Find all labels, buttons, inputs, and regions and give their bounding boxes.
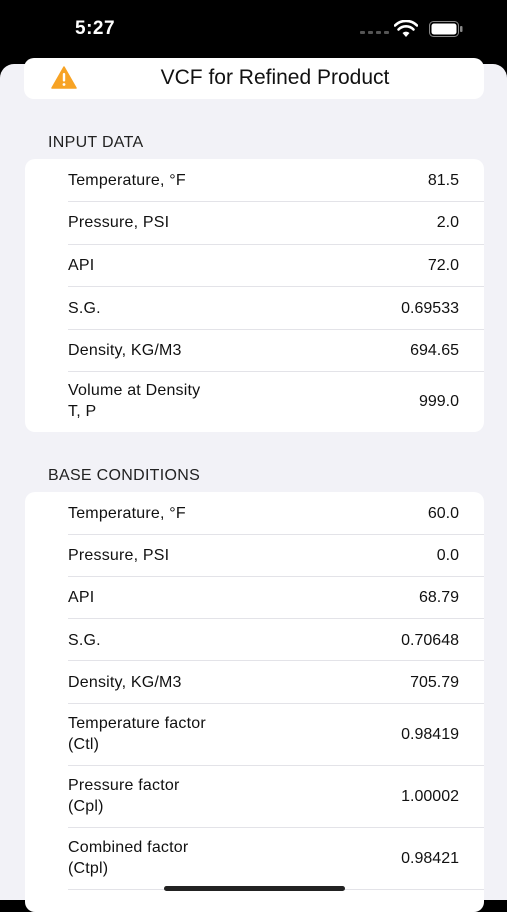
row-label-line-2: (Ctl) [68,736,100,753]
row-label: S.G. [68,300,101,317]
status-time: 5:27 [75,18,116,39]
row-value: 60.0 [427,505,459,522]
row-value: 1.00002 [401,788,459,805]
cellular-signal-icon [360,31,389,34]
input-data-card: Temperature, °F 81.5 Pressure, PSI 2.0 A… [25,159,484,432]
battery-icon [429,21,463,37]
input-row-temperature[interactable]: Temperature, °F 81.5 [25,159,484,202]
row-label-line-2: (Ctpl) [68,860,109,877]
row-label: S.G. [68,632,101,649]
input-row-density[interactable]: Density, KG/M3 694.65 [25,330,484,372]
row-value: 0.98421 [401,850,459,867]
row-label: Temperature, °F [68,172,186,189]
row-value: 0.69533 [401,300,459,317]
row-label: Pressure, PSI [68,547,170,564]
row-value: 81.5 [427,172,459,189]
row-value: 0.70648 [401,632,459,649]
row-label: Temperature factor (Ctl) [68,713,206,755]
section-header-base-conditions: BASE CONDITIONS [48,467,201,484]
base-row-pressure-factor[interactable]: Pressure factor (Cpl) 1.00002 [25,766,484,828]
wifi-icon [394,20,418,37]
row-label: Temperature, °F [68,505,186,522]
row-label-line-1: Temperature factor [68,715,206,732]
base-row-density[interactable]: Density, KG/M3 705.79 [25,661,484,703]
page-title: VCF for Refined Product [160,66,390,89]
row-label-line-2: T, P [68,403,97,420]
base-row-sg[interactable]: S.G. 0.70648 [25,619,484,661]
base-row-combined-factor[interactable]: Combined factor (Ctpl) 0.98421 [25,828,484,890]
status-bar: 5:27 [0,0,507,64]
input-row-volume[interactable]: Volume at Density T, P 999.0 [25,372,484,432]
row-value: 999.0 [418,393,459,410]
home-indicator[interactable] [164,886,345,891]
row-label: API [68,589,95,606]
input-row-pressure[interactable]: Pressure, PSI 2.0 [25,202,484,244]
row-label-line-1: Combined factor [68,839,189,856]
row-label: Pressure, PSI [68,214,170,231]
input-row-sg[interactable]: S.G. 0.69533 [25,287,484,329]
row-label: Volume at Density T, P [68,380,200,422]
base-conditions-card: Temperature, °F 60.0 Pressure, PSI 0.0 A… [25,492,484,912]
row-value: 694.65 [410,342,459,359]
row-label: API [68,257,95,274]
base-row-temperature-factor[interactable]: Temperature factor (Ctl) 0.98419 [25,704,484,766]
row-value: 0.98419 [401,726,459,743]
row-value: 68.79 [418,589,459,606]
row-label: Density, KG/M3 [68,342,182,359]
row-value: 72.0 [427,257,459,274]
base-row-pressure[interactable]: Pressure, PSI 0.0 [25,535,484,577]
row-value: 2.0 [436,214,459,231]
row-label: Pressure factor (Cpl) [68,775,179,817]
row-value: 0.0 [436,547,459,564]
input-row-api[interactable]: API 72.0 [25,245,484,287]
row-label-line-1: Pressure factor [68,777,180,794]
base-row-api[interactable]: API 68.79 [25,577,484,619]
row-label: Combined factor (Ctpl) [68,837,188,879]
base-row-temperature[interactable]: Temperature, °F 60.0 [25,492,484,534]
row-label-line-1: Volume at Density [68,382,201,399]
row-label-line-2: (Cpl) [68,798,104,815]
row-label: Density, KG/M3 [68,674,182,691]
row-value: 705.79 [410,674,459,691]
warning-icon[interactable] [51,66,77,89]
section-header-input-data: INPUT DATA [48,134,144,151]
